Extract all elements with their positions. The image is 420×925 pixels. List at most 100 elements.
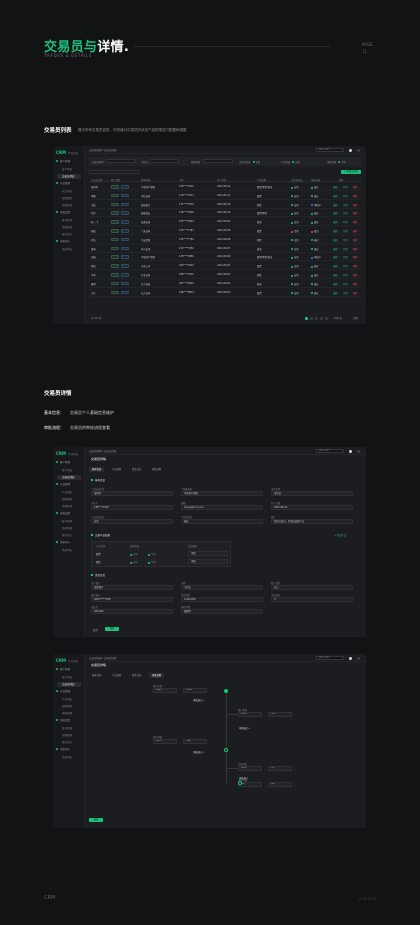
row-action-link[interactable]: 编辑 (333, 273, 338, 277)
flow-node-right[interactable]: 王磊 (183, 739, 207, 744)
field-input[interactable]: 对公 (271, 585, 353, 590)
avatar[interactable] (357, 449, 360, 453)
sidebar-item[interactable]: 交易员列表 (57, 682, 81, 687)
global-search-input[interactable]: 请输入搜索 (316, 148, 344, 152)
row-action-link[interactable]: 禁用 (343, 247, 348, 251)
row-action-link[interactable]: 删除 (353, 185, 358, 189)
bell-icon[interactable] (349, 656, 352, 660)
tab[interactable]: 审批流程 (149, 467, 164, 472)
sidebar-item[interactable]: 消息中心 (56, 747, 70, 751)
row-action-link[interactable]: 删除 (353, 273, 358, 277)
sidebar-item[interactable]: 操作日志 (62, 740, 72, 744)
filter-audit[interactable]: 审核状态 禁用 (327, 160, 346, 164)
sidebar-item[interactable]: 审批管理 (62, 203, 72, 207)
table-row[interactable]: 卫东 光大证券 186****8812 2022-08-03 股票 启用 通过 编辑 禁用 删除 (89, 289, 362, 297)
table-row[interactable]: 冯雪 兴业证券 188****4475 2022-08-05 期货 启用 通过 编辑 禁用 删除 (89, 271, 362, 279)
page-size-select[interactable]: 10条/页 (334, 316, 342, 320)
row-action-link[interactable]: 删除 (353, 247, 358, 251)
row-action-link[interactable]: 禁用 (343, 229, 348, 233)
sidebar-item[interactable]: 消息列表 (62, 548, 72, 552)
sidebar-item[interactable]: 消息中心 (56, 239, 70, 243)
row-action-link[interactable]: 禁用 (343, 238, 348, 242)
row-action-link[interactable]: 编辑 (333, 211, 338, 215)
row-action-link[interactable]: 编辑 (333, 264, 338, 268)
sidebar-item[interactable]: 消息列表 (62, 247, 72, 251)
row-action-link[interactable]: 编辑 (333, 255, 338, 259)
row-action-link[interactable]: 删除 (353, 229, 358, 233)
tab[interactable]: 基本信息 (89, 673, 104, 678)
row-action-link[interactable]: 编辑 (333, 185, 338, 189)
row-action-link[interactable]: 编辑 (333, 194, 338, 198)
row-action-link[interactable]: 禁用 (343, 211, 348, 215)
sidebar-item[interactable]: 系统设置 (56, 511, 70, 515)
row-action-link[interactable]: 编辑 (333, 220, 338, 224)
table-search-input[interactable] (89, 170, 139, 174)
sidebar-item[interactable]: 产品列表 (62, 697, 72, 701)
row-action-link[interactable]: 禁用 (343, 220, 348, 224)
sidebar-item[interactable]: 权限配置 (62, 196, 72, 200)
bell-icon[interactable] (349, 449, 352, 453)
add-trader-button[interactable]: + 新增交易员 (341, 170, 361, 174)
sidebar-item[interactable]: 系统设置 (56, 210, 70, 214)
filter-phone-input[interactable] (149, 159, 179, 163)
filter-product[interactable]: 产品状态 启用 (281, 160, 300, 164)
add-product-link[interactable]: + 添加产品 (334, 533, 346, 537)
tab[interactable]: 产品权限 (109, 467, 124, 472)
table-row[interactable]: 吴强 华泰资产管理 130****9082 2022-08-06 股票/期货/基金 启用 审… (89, 253, 362, 262)
sidebar-item[interactable]: 操作日志 (62, 533, 72, 537)
row-action-link[interactable]: 编辑 (333, 203, 338, 207)
sidebar-item[interactable]: 客户管理 (56, 159, 70, 163)
sidebar-item[interactable]: 消息列表 (62, 755, 72, 759)
page-button[interactable] (314, 316, 318, 320)
row-action-link[interactable]: 禁用 (343, 273, 348, 277)
tab[interactable]: 审批流程 (149, 673, 165, 678)
table-row[interactable]: 郑凯 中金公司 189****2201 2022-08-05 股票 启用 通过 编辑 禁用 删除 (89, 262, 362, 271)
sidebar-item[interactable]: 交易员列表 (57, 475, 81, 480)
field-input[interactable]: 身份证 (271, 491, 353, 496)
filter-name-input[interactable] (106, 159, 136, 163)
field-input[interactable]: 0 (271, 597, 353, 602)
row-action-link[interactable]: 删除 (353, 291, 358, 295)
flow-node-right[interactable]: 通过 (268, 782, 292, 787)
table-row[interactable]: 褚明 东方证券 187****6630 2022-08-04 基金 启用 通过 编辑 禁用 删除 (89, 280, 362, 288)
sidebar-item[interactable]: 角色管理 (62, 526, 72, 530)
flow-node-right[interactable]: 李娜 (268, 712, 292, 717)
page-button[interactable] (319, 316, 323, 320)
field-input[interactable]: 华泰资产管理 (181, 491, 263, 496)
field-input[interactable]: 启用 (91, 519, 173, 524)
table-row[interactable]: 赵敏 广发证券 133****1287 2022-08-08 股票 禁用 驳回 编辑 禁用 删除 (89, 227, 362, 235)
sidebar-item[interactable]: 交易员列表 (57, 174, 81, 179)
table-row[interactable]: 张伟明 华泰资产管理 138****2210 2022-08-12 股票/期货/基金 启用… (89, 183, 362, 191)
page-button[interactable] (324, 316, 328, 320)
table-row[interactable]: 孙浩 平安资管 132****7764 2022-08-08 期货 启用 通过 编辑 禁用 删除 (89, 236, 362, 244)
row-action-link[interactable]: 编辑 (333, 229, 338, 233)
sidebar-item[interactable]: 产品管理 (56, 181, 70, 185)
row-action-link[interactable]: 删除 (353, 220, 358, 224)
row-action-link[interactable]: 删除 (353, 238, 358, 242)
field-input[interactable]: 1,000,000 (181, 597, 263, 602)
sidebar-item[interactable]: 账号管理 (62, 519, 72, 523)
sidebar-item[interactable]: 系统设置 (56, 718, 70, 722)
avatar[interactable] (357, 148, 360, 152)
bell-icon[interactable] (349, 148, 352, 152)
perm-limit-input[interactable]: 不限 (188, 551, 228, 556)
sidebar-item[interactable]: 产品列表 (62, 490, 72, 494)
row-action-link[interactable]: 编辑 (333, 291, 338, 295)
back-button[interactable]: 返回 (89, 818, 103, 822)
flow-node-left[interactable]: 发起人 (153, 688, 177, 693)
field-input[interactable]: zhang@crm.com (181, 505, 263, 510)
row-action-link[interactable]: 禁用 (343, 194, 348, 198)
tab[interactable]: 产品权限 (109, 673, 124, 678)
sidebar-item[interactable]: 权限配置 (62, 704, 72, 708)
goto-page[interactable]: 跳至 (353, 316, 358, 320)
page-button[interactable] (309, 316, 313, 320)
perm-on-radio[interactable]: 启用 (130, 552, 138, 556)
row-action-link[interactable]: 删除 (353, 194, 358, 198)
page-button[interactable] (304, 316, 308, 320)
row-action-link[interactable]: 删除 (353, 211, 358, 215)
tab[interactable]: 基本信息 (89, 467, 105, 472)
tab[interactable]: 资金信息 (129, 467, 144, 472)
row-action-link[interactable]: 删除 (353, 203, 358, 207)
sidebar-item[interactable]: 客户管理 (56, 460, 70, 464)
field-input[interactable]: 人民币 (181, 585, 263, 590)
